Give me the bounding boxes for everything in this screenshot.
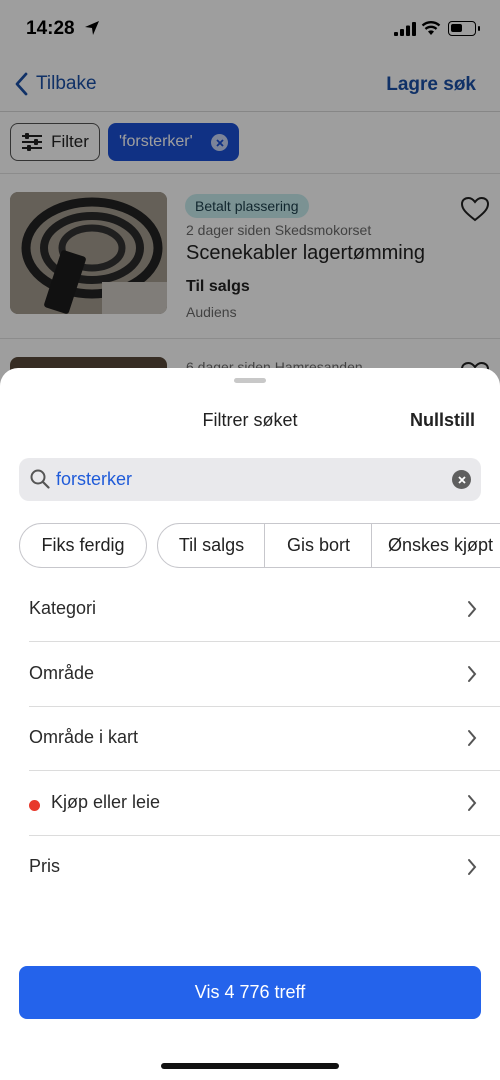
reset-button[interactable]: Nullstill [410, 410, 475, 431]
chevron-right-icon [468, 666, 477, 682]
show-results-label: Vis 4 776 treff [194, 982, 306, 1002]
sheet-grabber[interactable] [234, 378, 266, 383]
filter-sheet: Filtrer søket Nullstill forsterker Fiks … [0, 368, 500, 1080]
clear-search-icon[interactable] [452, 470, 471, 489]
chevron-right-icon [468, 859, 477, 875]
filter-row-kategori[interactable]: Kategori [29, 578, 500, 642]
chevron-right-icon [468, 730, 477, 746]
chip-fiks-ferdig[interactable]: Fiks ferdig [19, 523, 147, 568]
home-indicator[interactable] [161, 1063, 339, 1069]
chip-til-salgs[interactable]: Til salgs [157, 523, 266, 568]
chip-onskes-kjopt[interactable]: Ønskes kjøpt [371, 523, 500, 568]
search-value: forsterker [56, 469, 133, 489]
row-label: Kjøp eller leie [51, 792, 161, 812]
search-input[interactable]: forsterker [19, 458, 481, 501]
search-icon [30, 469, 50, 489]
new-indicator-dot [29, 800, 40, 811]
show-results-button[interactable]: Vis 4 776 treff [19, 966, 481, 1019]
filter-row-kjop-eller-leie[interactable]: Kjøp eller leie [29, 772, 500, 836]
chip-label: Fiks ferdig [41, 535, 125, 555]
chip-label: Ønskes kjøpt [388, 535, 494, 555]
filter-row-omrade-i-kart[interactable]: Område i kart [29, 707, 500, 771]
row-label: Kategori [29, 598, 97, 618]
row-label: Pris [29, 856, 60, 876]
segmented-chips: Til salgs Gis bort Ønskes kjøpt [157, 523, 500, 568]
row-label: Område i kart [29, 727, 139, 747]
chevron-right-icon [468, 601, 477, 617]
row-label: Område [29, 663, 95, 683]
filter-row-pris[interactable]: Pris [29, 836, 500, 900]
chevron-right-icon [468, 795, 477, 811]
chip-label: Gis bort [286, 535, 351, 555]
chip-label: Til salgs [178, 535, 245, 555]
filter-row-omrade[interactable]: Område [29, 643, 500, 707]
chip-gis-bort[interactable]: Gis bort [264, 523, 373, 568]
